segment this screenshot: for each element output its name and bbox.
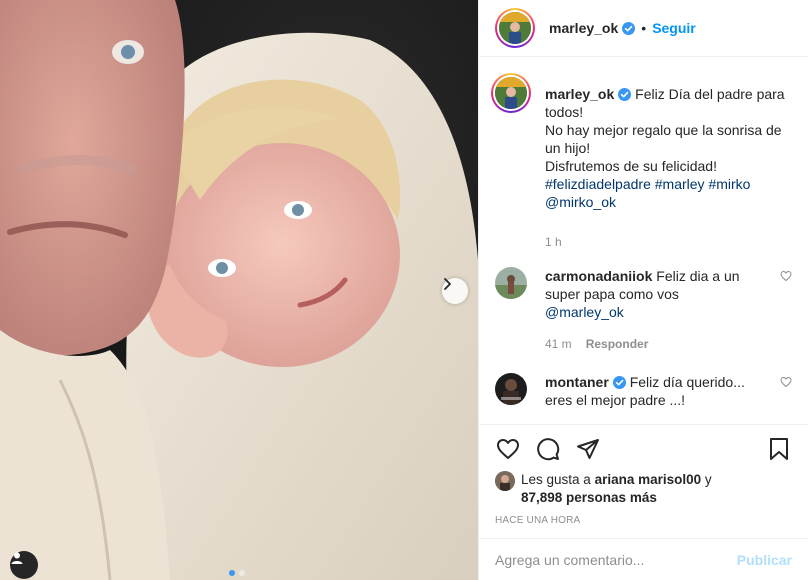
bookmark-icon [770, 438, 788, 460]
avatar-image [499, 12, 531, 44]
comment-username[interactable]: carmonadaniiok [545, 268, 652, 284]
verified-badge-icon [618, 88, 632, 101]
caption-username[interactable]: marley_ok [545, 86, 614, 102]
post-timestamp[interactable]: HACE UNA HORA [495, 515, 792, 526]
comment-username[interactable]: montaner [545, 374, 609, 390]
post-side-panel: marley_ok • Seguir marley_ok Feliz Día d… [478, 0, 808, 580]
heart-icon[interactable] [780, 270, 792, 282]
likes-count[interactable]: 87,898 personas más [521, 490, 657, 505]
commenter-avatar[interactable] [495, 373, 527, 405]
comments-list[interactable]: marley_ok Feliz Día del padre para todos… [479, 57, 808, 424]
save-button[interactable] [766, 436, 792, 462]
reply-button[interactable]: Responder [586, 335, 649, 353]
follow-button[interactable]: Seguir [652, 20, 696, 36]
comment-time[interactable]: 41 m [545, 335, 572, 353]
comment-item: montaner Feliz día querido... eres el me… [495, 373, 792, 409]
post-header: marley_ok • Seguir [479, 0, 808, 57]
avatar[interactable] [495, 8, 535, 48]
likes-conjunction: y [704, 472, 712, 487]
carousel-dot [239, 570, 245, 576]
commenter-avatar[interactable] [495, 267, 527, 299]
liker-avatar[interactable] [495, 471, 515, 491]
comment-input[interactable] [495, 551, 737, 568]
comment-button[interactable] [535, 436, 561, 462]
carousel-dot [229, 570, 235, 576]
heart-icon [497, 439, 519, 459]
add-comment-bar: Publicar [479, 538, 808, 580]
chevron-right-icon [444, 278, 451, 290]
comment-item: carmonadaniiok Feliz dia a un super papa… [495, 267, 792, 353]
carousel-next-button[interactable] [442, 278, 468, 304]
share-button[interactable] [575, 436, 601, 462]
header-separator: • [641, 20, 647, 36]
user-tags-button[interactable] [10, 551, 38, 579]
hashtag-link[interactable]: #felizdiadelpadre [545, 176, 651, 192]
heart-icon[interactable] [780, 376, 792, 388]
comment-icon [537, 438, 560, 461]
caption-line: Disfrutemos de su felicidad! [545, 158, 717, 174]
hashtag-link[interactable]: #marley [655, 176, 705, 192]
likes-prefix: Les gusta a [521, 472, 591, 487]
mention-link[interactable]: @mirko_ok [545, 194, 616, 210]
caption-avatar[interactable] [491, 73, 531, 113]
verified-badge-icon [622, 21, 636, 35]
avatar-image [495, 77, 527, 109]
publish-button[interactable]: Publicar [737, 552, 792, 568]
post-photo[interactable] [0, 0, 478, 580]
likes-summary: Les gusta a ariana marisol00 y 87,898 pe… [495, 471, 792, 507]
user-tag-icon [11, 552, 23, 564]
caption-time[interactable]: 1 h [545, 233, 562, 251]
liker-username[interactable]: ariana marisol00 [595, 472, 702, 487]
post-actions: Les gusta a ariana marisol00 y 87,898 pe… [479, 424, 808, 526]
carousel-indicator [229, 570, 245, 576]
verified-badge-icon [612, 376, 626, 389]
photo-illustration [0, 0, 478, 580]
header-username[interactable]: marley_ok [549, 20, 618, 36]
mention-link[interactable]: @marley_ok [545, 304, 624, 320]
like-button[interactable] [495, 436, 521, 462]
caption: marley_ok Feliz Día del padre para todos… [491, 73, 792, 251]
paper-plane-icon [577, 439, 599, 459]
hashtag-link[interactable]: #mirko [708, 176, 750, 192]
caption-line: No hay mejor regalo que la sonrisa de un… [545, 122, 782, 156]
